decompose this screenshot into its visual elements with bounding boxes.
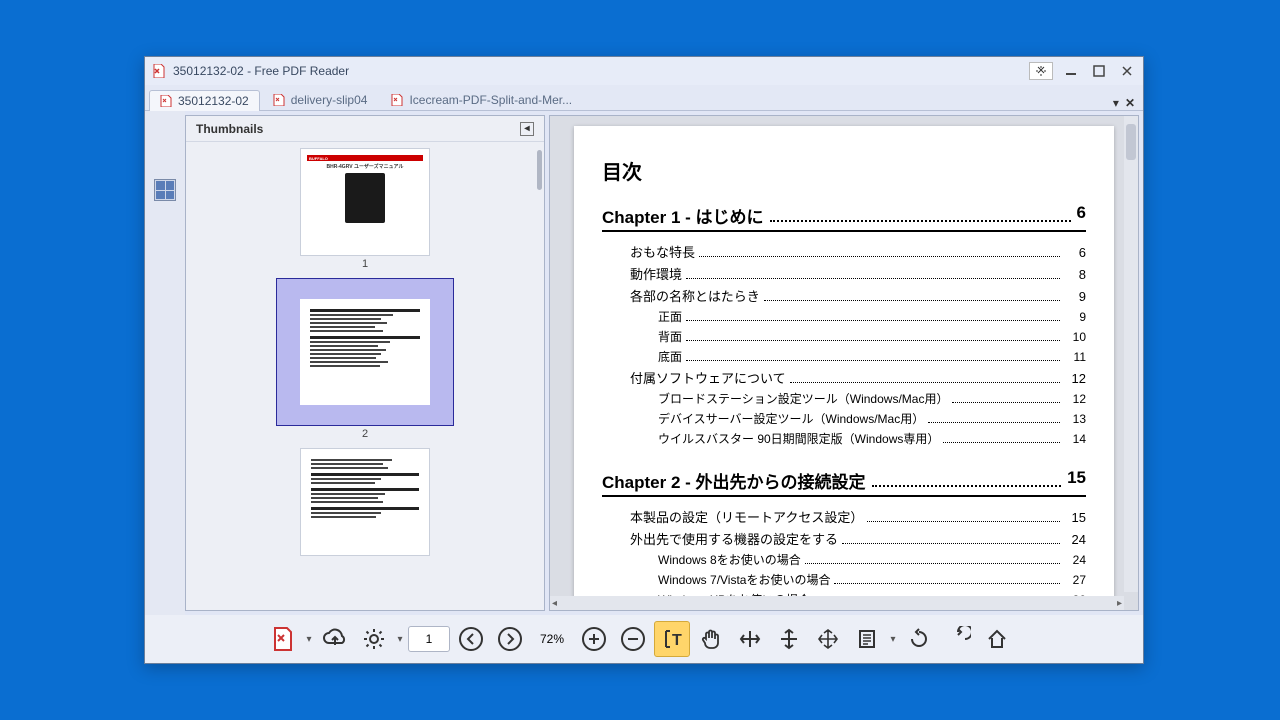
thumb-product-image bbox=[345, 173, 385, 223]
toc-entry[interactable]: Windows 8をお使いの場合 24 bbox=[602, 551, 1086, 568]
zoom-out-button[interactable] bbox=[615, 621, 651, 657]
settings-button[interactable] bbox=[356, 621, 392, 657]
document-viewer[interactable]: ◂▸ 目次 Chapter 1 - はじめに 6おもな特長 6動作環境 8各部の… bbox=[549, 115, 1139, 611]
chapter-heading: Chapter 2 - 外出先からの接続設定 15 bbox=[602, 468, 1086, 497]
page-number-input[interactable] bbox=[408, 626, 450, 652]
toc-entry[interactable]: 動作環境 8 bbox=[602, 264, 1086, 283]
tab-0[interactable]: 35012132-02 bbox=[149, 90, 260, 111]
rotate-left-button[interactable] bbox=[901, 621, 937, 657]
page-layout-button[interactable] bbox=[849, 621, 885, 657]
thumbnails-scrollbar[interactable] bbox=[537, 150, 542, 190]
cloud-button[interactable] bbox=[317, 621, 353, 657]
toc-entry[interactable]: ブロードステーション設定ツール（Windows/Mac用） 12 bbox=[602, 390, 1086, 407]
tab-close-button[interactable]: ✕ bbox=[1125, 96, 1135, 110]
toc-entry[interactable]: 本製品の設定（リモートアクセス設定） 15 bbox=[602, 507, 1086, 526]
maximize-button[interactable] bbox=[1089, 63, 1109, 79]
thumbnail-2[interactable]: 2 bbox=[190, 278, 540, 440]
toc-entry[interactable]: 背面 10 bbox=[602, 328, 1086, 345]
fit-width-button[interactable] bbox=[732, 621, 768, 657]
toc-entry[interactable]: 付属ソフトウェアについて 12 bbox=[602, 368, 1086, 387]
thumb-brand: BUFFALO bbox=[307, 155, 423, 161]
tab-label: Icecream-PDF-Split-and-Mer... bbox=[409, 93, 572, 107]
toc-entry[interactable]: おもな特長 6 bbox=[602, 242, 1086, 261]
tab-2[interactable]: Icecream-PDF-Split-and-Mer... bbox=[380, 89, 583, 110]
scroll-left-icon[interactable]: ◂ bbox=[552, 598, 557, 609]
pin-button[interactable] bbox=[1029, 62, 1053, 80]
thumbnails-toggle-button[interactable] bbox=[154, 179, 176, 201]
pdf-icon bbox=[391, 94, 403, 106]
tab-label: 35012132-02 bbox=[178, 94, 249, 108]
fit-height-button[interactable] bbox=[771, 621, 807, 657]
zoom-label: 72% bbox=[531, 632, 573, 646]
zoom-in-button[interactable] bbox=[576, 621, 612, 657]
toc-entry[interactable]: デバイスサーバー設定ツール（Windows/Mac用） 13 bbox=[602, 410, 1086, 427]
toolbar: ▾ ▾ 72% T ▾ bbox=[145, 615, 1143, 663]
chapter-heading: Chapter 1 - はじめに 6 bbox=[602, 203, 1086, 232]
doc-title: 目次 bbox=[602, 156, 1086, 185]
toc-entry[interactable]: Windows 7/Vistaをお使いの場合 27 bbox=[602, 571, 1086, 588]
open-dropdown[interactable]: ▾ bbox=[304, 634, 314, 645]
pdf-app-icon bbox=[151, 63, 167, 79]
thumbnails-header: Thumbnails ◂ bbox=[186, 116, 544, 142]
window-title: 35012132-02 - Free PDF Reader bbox=[173, 64, 349, 78]
app-window: 35012132-02 - Free PDF Reader 35012132-0… bbox=[144, 56, 1144, 664]
collapse-panel-button[interactable]: ◂ bbox=[520, 122, 534, 136]
pdf-page: 目次 Chapter 1 - はじめに 6 おもな特長 6 動作環境 8 各部の名称と… bbox=[574, 126, 1114, 600]
thumbnails-panel: Thumbnails ◂ BUFFALO BHR-4GRV ユーザーズマニュアル… bbox=[185, 115, 545, 611]
open-file-button[interactable] bbox=[265, 621, 301, 657]
thumbnails-title: Thumbnails bbox=[196, 122, 263, 136]
prev-page-button[interactable] bbox=[453, 621, 489, 657]
pdf-icon bbox=[273, 94, 285, 106]
tab-strip: 35012132-02 delivery-slip04 Icecream-PDF… bbox=[145, 85, 1143, 111]
horizontal-scrollbar[interactable]: ◂▸ bbox=[550, 596, 1124, 610]
toc-entry[interactable]: 各部の名称とはたらき 9 bbox=[602, 286, 1086, 305]
fit-page-button[interactable] bbox=[810, 621, 846, 657]
rotate-right-button[interactable] bbox=[940, 621, 976, 657]
hand-tool-button[interactable] bbox=[693, 621, 729, 657]
svg-text:T: T bbox=[672, 632, 682, 649]
thumb-number: 2 bbox=[362, 428, 368, 440]
tab-label: delivery-slip04 bbox=[291, 93, 368, 107]
layout-dropdown[interactable]: ▾ bbox=[888, 634, 898, 645]
toc-entry[interactable]: 底面 11 bbox=[602, 348, 1086, 365]
tab-menu-button[interactable]: ▾ bbox=[1113, 96, 1119, 110]
minimize-button[interactable] bbox=[1061, 63, 1081, 79]
settings-dropdown[interactable]: ▾ bbox=[395, 634, 405, 645]
thumb-caption: BHR-4GRV ユーザーズマニュアル bbox=[307, 163, 423, 170]
toc-entry[interactable]: 正面 9 bbox=[602, 308, 1086, 325]
pdf-icon bbox=[160, 95, 172, 107]
thumbnail-1[interactable]: BUFFALO BHR-4GRV ユーザーズマニュアル 1 bbox=[190, 148, 540, 270]
home-button[interactable] bbox=[979, 621, 1015, 657]
next-page-button[interactable] bbox=[492, 621, 528, 657]
side-rail bbox=[145, 111, 185, 615]
text-select-button[interactable]: T bbox=[654, 621, 690, 657]
toc-entry[interactable]: ウイルスバスター 90日期間限定版（Windows専用） 14 bbox=[602, 430, 1086, 447]
thumbnail-3[interactable] bbox=[190, 448, 540, 556]
titlebar: 35012132-02 - Free PDF Reader bbox=[145, 57, 1143, 85]
toc-entry[interactable]: 外出先で使用する機器の設定をする 24 bbox=[602, 529, 1086, 548]
scroll-right-icon[interactable]: ▸ bbox=[1117, 598, 1122, 609]
thumb-number: 1 bbox=[362, 258, 368, 270]
tab-1[interactable]: delivery-slip04 bbox=[262, 89, 379, 110]
vertical-scrollbar[interactable] bbox=[1124, 116, 1138, 592]
close-button[interactable] bbox=[1117, 63, 1137, 79]
